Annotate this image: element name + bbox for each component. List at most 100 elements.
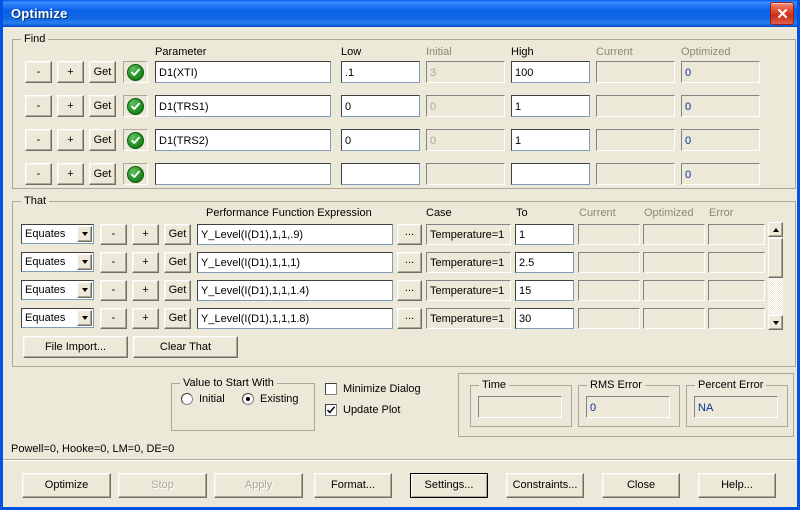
minimize-dialog-checkbox[interactable] [325,383,337,395]
find-row-1-high-input[interactable]: 1 [511,95,590,117]
that-row-2-get-button[interactable]: Get [164,280,191,301]
that-header-to: To [516,207,528,219]
that-row-3-plus-button[interactable]: + [132,308,159,329]
that-row-2-operator-select[interactable]: Equates [21,280,94,300]
value-to-start-with-label: Value to Start With [180,377,277,389]
find-row-2-high-input[interactable]: 1 [511,129,590,151]
scroll-down-icon[interactable] [768,315,783,330]
find-row-2-get-button[interactable]: Get [89,129,116,151]
that-row-3-operator-select[interactable]: Equates [21,308,94,328]
find-row-2-low-input[interactable]: 0 [341,129,420,151]
that-row-3-optimized-value [643,308,705,329]
radio-initial[interactable] [181,393,193,405]
find-row-3-minus-button[interactable]: - [25,163,52,185]
find-header-high: High [511,46,534,58]
find-row-2-optimized-value: 0 [681,129,760,151]
clear-that-button[interactable]: Clear That [133,336,238,358]
that-row-1-minus-button[interactable]: - [100,252,127,273]
find-row-1-get-button[interactable]: Get [89,95,116,117]
find-row-0-get-button[interactable]: Get [89,61,116,83]
chevron-down-icon[interactable] [77,282,92,298]
find-row-3-plus-button[interactable]: + [57,163,84,185]
find-row-3-enabled-toggle[interactable] [123,163,148,185]
that-row-2-to-input[interactable]: 15 [515,280,574,301]
that-scrollbar-thumb[interactable] [768,238,783,278]
settings-button[interactable]: Settings... [410,473,488,498]
find-row-2-minus-button[interactable]: - [25,129,52,151]
find-row-0-plus-button[interactable]: + [57,61,84,83]
that-row-0-minus-button[interactable]: - [100,224,127,245]
find-row-1-low-input[interactable]: 0 [341,95,420,117]
that-row-2-expression-input[interactable]: Y_Level(I(D1),1,1,1.4) [197,280,393,301]
update-plot-label: Update Plot [343,404,401,416]
that-row-2-operator-value: Equates [25,284,66,296]
find-row-1-enabled-toggle[interactable] [123,95,148,117]
find-row-3-get-button[interactable]: Get [89,163,116,185]
find-row-3-high-input[interactable] [511,163,590,185]
scroll-up-icon[interactable] [768,222,783,237]
chevron-down-icon[interactable] [77,226,92,242]
that-row-3-to-input[interactable]: 30 [515,308,574,329]
find-header-current: Current [596,46,633,58]
close-button[interactable]: Close [602,473,680,498]
find-row-2-plus-button[interactable]: + [57,129,84,151]
chevron-down-icon[interactable] [77,310,92,326]
stop-button: Stop [118,473,207,498]
that-row-2-plus-button[interactable]: + [132,280,159,301]
that-scrollbar[interactable] [768,222,783,330]
that-row-3-get-button[interactable]: Get [164,308,191,329]
percent-error-label: Percent Error [695,379,767,391]
find-row-2-initial-value: 0 [426,129,505,151]
that-row-1-get-button[interactable]: Get [164,252,191,273]
optimize-dialog: Optimize Find Parameter Low Initial High… [0,0,800,510]
that-row-1-expression-input[interactable]: Y_Level(I(D1),1,1,1) [197,252,393,273]
find-row-1-parameter-input[interactable]: D1(TRS1) [155,95,331,117]
that-row-0-operator-select[interactable]: Equates [21,224,94,244]
find-row-1-minus-button[interactable]: - [25,95,52,117]
find-row-1-current-value [596,95,675,117]
that-row-2-browse-button[interactable]: ... [397,280,422,301]
title-bar: Optimize [3,0,797,27]
that-row-1-to-input[interactable]: 2.5 [515,252,574,273]
find-row-0-low-input[interactable]: .1 [341,61,420,83]
find-row-2-parameter-input[interactable]: D1(TRS2) [155,129,331,151]
that-row-0-browse-button[interactable]: ... [397,224,422,245]
find-row-0-parameter-input[interactable]: D1(XTI) [155,61,331,83]
that-row-0-plus-button[interactable]: + [132,224,159,245]
format-button[interactable]: Format... [314,473,392,498]
find-row-1-plus-button[interactable]: + [57,95,84,117]
find-row-0-minus-button[interactable]: - [25,61,52,83]
that-row-1-plus-button[interactable]: + [132,252,159,273]
that-row-1-operator-value: Equates [25,256,66,268]
that-row-0-expression-input[interactable]: Y_Level(I(D1),1,1,.9) [197,224,393,245]
optimize-button[interactable]: Optimize [22,473,111,498]
that-row-0-get-button[interactable]: Get [164,224,191,245]
help-button[interactable]: Help... [698,473,776,498]
radio-existing[interactable] [242,393,254,405]
chevron-down-icon[interactable] [77,254,92,270]
that-row-3-expression-input[interactable]: Y_Level(I(D1),1,1,1.8) [197,308,393,329]
that-row-2-case-value: Temperature=1 [426,280,511,301]
close-icon[interactable] [770,2,794,25]
that-row-2-minus-button[interactable]: - [100,280,127,301]
that-row-0-case-value: Temperature=1 [426,224,511,245]
find-row-2-enabled-toggle[interactable] [123,129,148,151]
find-header-optimized: Optimized [681,46,731,58]
update-plot-checkbox[interactable] [325,404,337,416]
find-row-0-enabled-toggle[interactable] [123,61,148,83]
that-row-1-browse-button[interactable]: ... [397,252,422,273]
find-row-0-high-input[interactable]: 100 [511,61,590,83]
find-row-3-low-input[interactable] [341,163,420,185]
that-row-0-current-value [578,224,640,245]
file-import-button[interactable]: File Import... [23,336,128,358]
that-row-1-operator-select[interactable]: Equates [21,252,94,272]
radio-existing-label: Existing [260,393,299,405]
find-row-3-parameter-input[interactable] [155,163,331,185]
check-circle-icon [127,165,144,183]
that-row-0-to-input[interactable]: 1 [515,224,574,245]
that-row-3-browse-button[interactable]: ... [397,308,422,329]
that-header-error: Error [709,207,734,219]
constraints-button[interactable]: Constraints... [506,473,584,498]
that-row-3-minus-button[interactable]: - [100,308,127,329]
that-row-3-error-value [708,308,765,329]
